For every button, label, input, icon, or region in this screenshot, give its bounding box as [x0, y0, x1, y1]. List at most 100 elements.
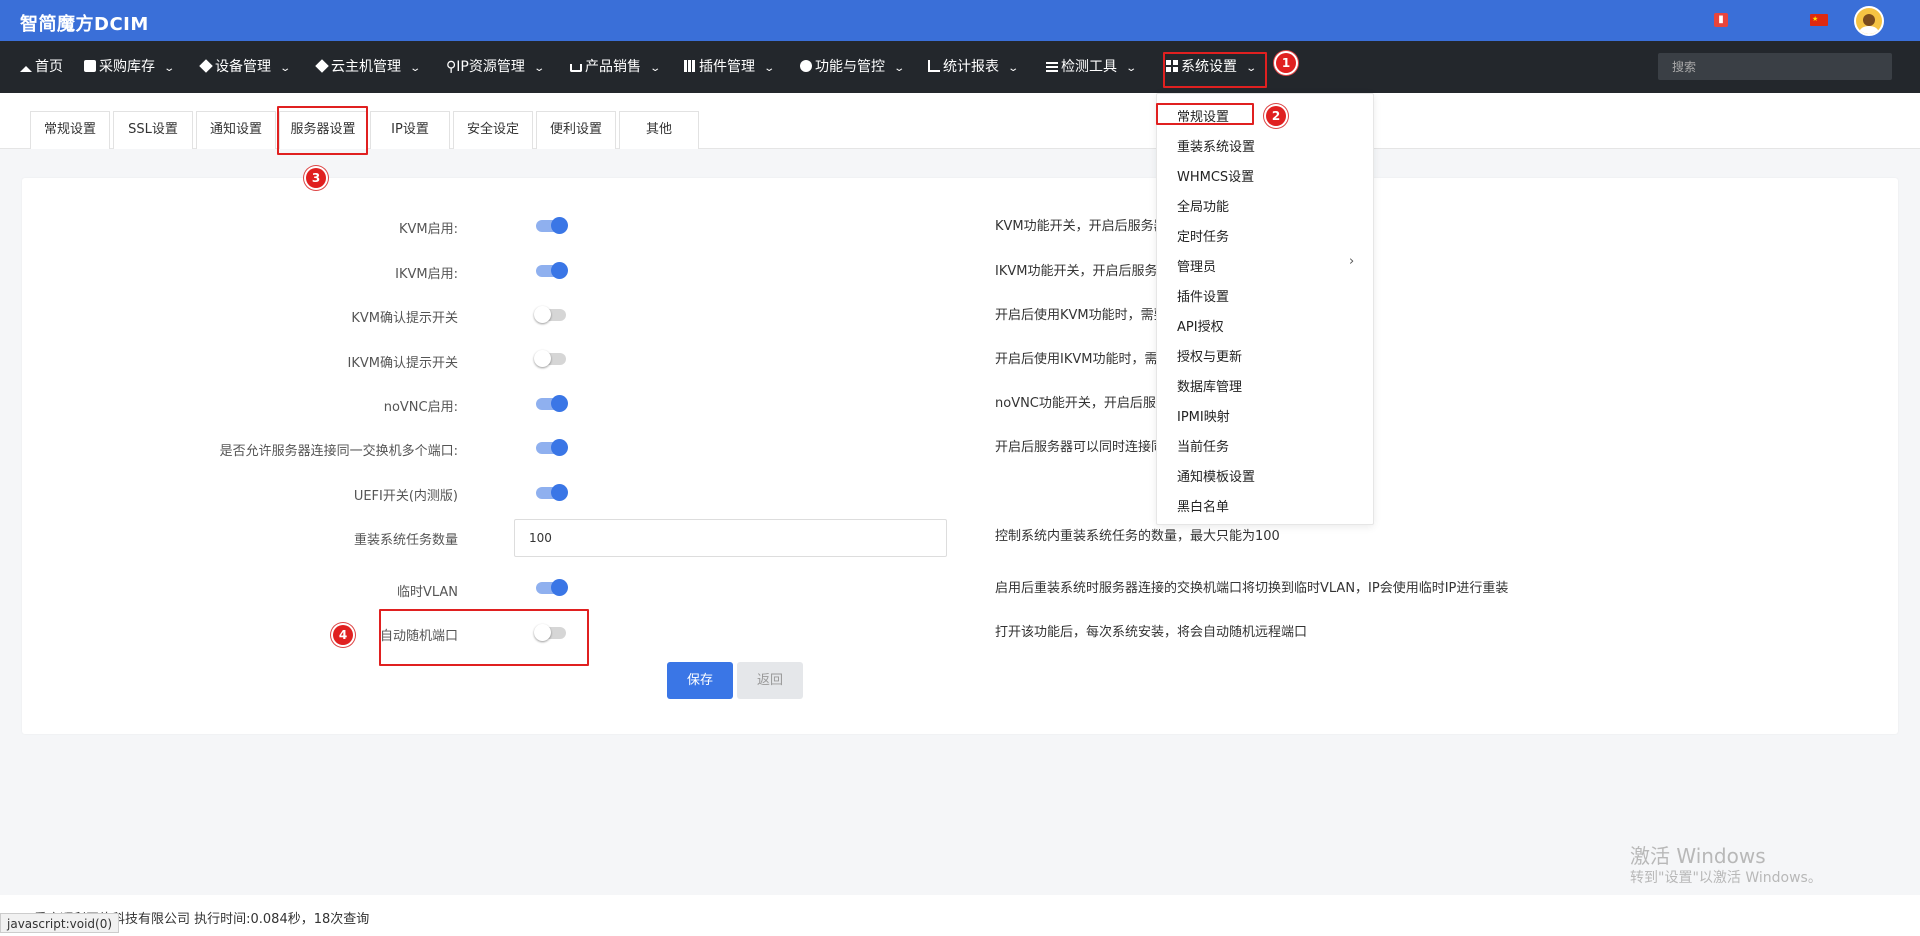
kvm-confirm-toggle[interactable]: [534, 306, 566, 323]
annotation-marker: 4: [333, 625, 353, 645]
reinstall-task-count-description: 控制系统内重装系统任务的数量，最大只能为100: [995, 529, 1280, 544]
reinstall-task-count-label: 重装系统任务数量: [353, 533, 458, 548]
nav-purchase-inventory[interactable]: 采购库存 ⌄: [84, 41, 176, 93]
menu-item-scheduled-tasks[interactable]: 定时任务: [1177, 226, 1229, 245]
menu-item-database-management[interactable]: 数据库管理: [1177, 376, 1242, 395]
chevron-down-icon: ⌄: [1007, 63, 1020, 74]
info-icon: [800, 60, 812, 72]
nav-label: 检测工具: [1061, 59, 1117, 75]
chevron-right-icon: ›: [1349, 254, 1355, 269]
search-input[interactable]: [1658, 53, 1892, 80]
cart-icon: [570, 64, 582, 72]
system-settings-dropdown: 常规设置 重装系统设置 WHMCS设置 全局功能 定时任务 管理员 › 插件设置…: [1156, 93, 1374, 525]
app-title: 智简魔方DCIM: [20, 14, 149, 35]
annotation-box-auto-random-port: [379, 609, 589, 666]
menu-item-notification-templates[interactable]: 通知模板设置: [1177, 466, 1255, 485]
multi-port-toggle[interactable]: [536, 439, 568, 456]
nav-label: 设备管理: [215, 59, 271, 75]
menu-item-whmcs-settings[interactable]: WHMCS设置: [1177, 166, 1254, 185]
tab-notification-settings[interactable]: 通知设置: [196, 111, 276, 149]
list-icon: [1046, 60, 1058, 72]
tab-ssl-settings[interactable]: SSL设置: [113, 111, 193, 149]
temp-vlan-label: 临时VLAN: [396, 585, 458, 600]
box-icon: [84, 60, 96, 72]
gift-icon[interactable]: ▮: [1714, 13, 1728, 27]
ikvm-enable-description: IKVM功能开关，开启后服务器: [995, 264, 1171, 279]
windows-activation-watermark: 激活 Windows: [1630, 844, 1766, 868]
reinstall-task-count-input[interactable]: [514, 519, 947, 557]
uefi-toggle[interactable]: [536, 484, 568, 501]
nav-plugin-management[interactable]: 插件管理 ⌄: [684, 41, 775, 93]
auto-random-port-description: 打开该功能后，每次系统安装，将会自动随机远程端口: [995, 625, 1308, 640]
main-nav: 首页 采购库存 ⌄ 设备管理 ⌄ 云主机管理 ⌄ ⚲IP资源管理 ⌄ 产品销售 ⌄ 插件管…: [0, 41, 1920, 93]
chevron-down-icon: ⌄: [279, 63, 292, 74]
nav-label: 功能与管控: [815, 59, 885, 75]
nav-ip-resource-management[interactable]: ⚲IP资源管理 ⌄: [446, 41, 545, 93]
nav-statistics-reports[interactable]: 统计报表 ⌄: [928, 41, 1020, 93]
brand-bar: 智简魔方DCIM ▮: [0, 0, 1920, 41]
nav-label: 产品销售: [585, 59, 641, 75]
annotation-box-general-settings: [1156, 103, 1254, 125]
nav-label: 云主机管理: [331, 59, 401, 75]
footer: 重庆顺利网络科技有限公司 执行时间:0.084秒，18次查询: [0, 895, 1920, 936]
save-button[interactable]: 保存: [667, 662, 733, 699]
kvm-enable-toggle[interactable]: [536, 217, 568, 234]
avatar-icon[interactable]: [1854, 6, 1884, 36]
menu-item-current-tasks[interactable]: 当前任务: [1177, 436, 1229, 455]
annotation-marker: 2: [1266, 106, 1286, 126]
ikvm-enable-label: IKVM启用:: [395, 267, 458, 282]
nav-detection-tools[interactable]: 检测工具 ⌄: [1046, 41, 1138, 93]
nav-product-sales[interactable]: 产品销售 ⌄: [570, 41, 662, 93]
menu-item-api-authorization[interactable]: API授权: [1177, 316, 1224, 335]
cube-icon: [315, 59, 329, 73]
nav-function-control[interactable]: 功能与管控 ⌄: [800, 41, 905, 93]
nav-cloud-host-management[interactable]: 云主机管理 ⌄: [315, 41, 421, 93]
nav-label: IP资源管理: [456, 59, 525, 75]
nav-device-management[interactable]: 设备管理 ⌄: [199, 41, 292, 93]
annotation-marker: 1: [1276, 53, 1296, 73]
server-settings-panel: KVM启用: KVM功能开关，开启后服务器 IKVM启用: IKVM功能开关，开…: [22, 178, 1898, 734]
tab-general-settings[interactable]: 常规设置: [30, 111, 110, 149]
kvm-enable-label: KVM启用:: [398, 222, 458, 237]
menu-item-global-functions[interactable]: 全局功能: [1177, 196, 1229, 215]
tab-other[interactable]: 其他: [619, 111, 699, 149]
tab-ip-settings[interactable]: IP设置: [370, 111, 450, 149]
back-button[interactable]: 返回: [737, 662, 803, 699]
menu-item-license-update[interactable]: 授权与更新: [1177, 346, 1242, 365]
menu-item-blacklist-whitelist[interactable]: 黑白名单: [1177, 496, 1229, 515]
menu-item-reinstall-settings[interactable]: 重装系统设置: [1177, 136, 1255, 155]
map-pin-icon: ⚲: [446, 59, 457, 75]
uefi-label: UEFI开关(内测版): [353, 489, 458, 504]
ikvm-confirm-toggle[interactable]: [534, 350, 566, 367]
chevron-down-icon: ⌄: [1125, 63, 1138, 74]
home-icon: [20, 66, 32, 72]
nav-label: 采购库存: [99, 59, 155, 75]
ikvm-confirm-label: IKVM确认提示开关: [347, 356, 458, 371]
kvm-enable-description: KVM功能开关，开启后服务器: [995, 219, 1167, 234]
ikvm-confirm-description: 开启后使用IKVM功能时，需要: [995, 352, 1171, 367]
menu-item-administrators[interactable]: 管理员: [1177, 256, 1216, 275]
novnc-enable-description: noVNC功能开关，开启后服务: [995, 396, 1169, 411]
line-chart-icon: [928, 60, 940, 72]
menu-item-ipmi-mapping[interactable]: IPMI映射: [1177, 406, 1230, 425]
multi-port-description: 开启后服务器可以同时连接同: [995, 440, 1165, 455]
chevron-down-icon: ⌄: [649, 63, 662, 74]
ikvm-enable-toggle[interactable]: [536, 262, 568, 279]
grid-icon: [684, 60, 696, 72]
chevron-down-icon: ⌄: [163, 63, 176, 74]
tab-convenience-settings[interactable]: 便利设置: [536, 111, 616, 149]
nav-home[interactable]: 首页: [20, 41, 63, 93]
windows-activation-hint: 转到"设置"以激活 Windows。: [1630, 870, 1822, 886]
annotation-box-server-settings-tab: [277, 106, 368, 155]
novnc-enable-toggle[interactable]: [536, 395, 568, 412]
novnc-enable-label: noVNC启用:: [383, 400, 458, 415]
multi-port-label: 是否允许服务器连接同一交换机多个端口:: [219, 444, 458, 459]
nav-label: 统计报表: [943, 59, 999, 75]
tab-security-settings[interactable]: 安全设定: [453, 111, 533, 149]
annotation-marker: 3: [306, 168, 326, 188]
china-flag-icon[interactable]: [1810, 14, 1828, 26]
temp-vlan-toggle[interactable]: [536, 579, 568, 596]
menu-item-plugin-settings[interactable]: 插件设置: [1177, 286, 1229, 305]
annotation-box-system-settings: [1163, 52, 1267, 88]
nav-label: 首页: [35, 59, 63, 75]
